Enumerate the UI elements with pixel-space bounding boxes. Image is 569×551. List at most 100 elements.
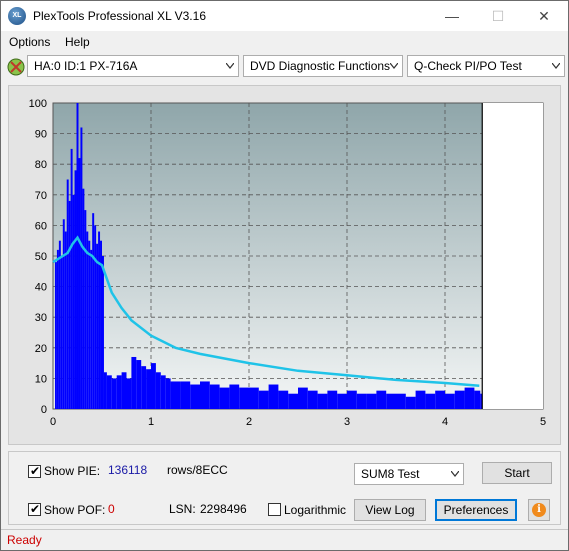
pie-bar <box>229 384 240 409</box>
pie-bar <box>90 249 93 409</box>
menu-options[interactable]: Options <box>9 35 50 49</box>
pie-value: 136118 <box>108 463 148 477</box>
show-pof-checkbox[interactable]: ✔ <box>28 502 41 516</box>
x-tick-label: 4 <box>442 416 448 428</box>
test-mode-value: SUM8 Test <box>361 467 420 481</box>
pie-bar <box>366 393 377 409</box>
pie-bar <box>454 390 465 409</box>
main-window: XL PlexTools Professional XL V3.16 — ☐ ✕… <box>0 0 569 551</box>
info-button[interactable]: i <box>528 499 550 521</box>
pie-bar <box>80 127 83 410</box>
pof-value: 0 <box>108 502 115 516</box>
pie-po-chart: 0 10 20 30 40 50 60 70 80 90 100 0 1 2 3 4 5 <box>29 98 546 428</box>
maximize-button[interactable]: ☐ <box>475 1 521 31</box>
logarithmic-checkbox[interactable] <box>268 503 281 516</box>
y-tick-label: 80 <box>35 159 47 171</box>
pie-bar <box>347 390 357 409</box>
menu-help[interactable]: Help <box>65 35 90 49</box>
pie-bar <box>288 393 298 409</box>
y-tick-label: 20 <box>35 343 47 355</box>
pie-bar <box>474 390 481 409</box>
pie-bar <box>58 240 61 409</box>
pie-bar <box>94 225 97 409</box>
drive-status-icon <box>7 58 25 76</box>
chevron-down-icon <box>552 63 560 69</box>
y-tick-label: 50 <box>35 251 47 263</box>
chevron-down-icon <box>226 63 234 69</box>
pie-bar <box>76 103 79 409</box>
pie-bar <box>70 148 73 409</box>
pie-bar <box>68 200 71 409</box>
menu-bar: Options Help <box>1 32 568 52</box>
lsn-value: 2298496 <box>200 502 247 516</box>
pie-bar <box>190 384 200 409</box>
pie-bar <box>141 366 147 409</box>
pie-bar <box>445 393 455 409</box>
pie-bar <box>239 387 249 409</box>
pie-bar <box>249 387 259 409</box>
pie-bar <box>66 179 69 409</box>
pie-bar <box>126 378 132 409</box>
y-tick-label: 30 <box>35 312 47 324</box>
pie-bar <box>278 390 289 409</box>
status-bar: Ready <box>1 529 568 550</box>
pie-bar <box>307 390 318 409</box>
pie-bar <box>396 393 406 409</box>
y-tick-label: 100 <box>29 98 47 110</box>
pie-bar <box>146 369 151 409</box>
pie-bar <box>84 210 87 409</box>
pie-bar <box>180 381 191 409</box>
pie-bar <box>219 387 230 409</box>
title-bar: XL PlexTools Professional XL V3.16 — ☐ ✕ <box>1 1 568 31</box>
app-logo-icon: XL <box>8 7 26 25</box>
x-tick-label: 5 <box>540 416 546 428</box>
x-tick-label: 0 <box>50 416 56 428</box>
chart-frame: 0 10 20 30 40 50 60 70 80 90 100 0 1 2 3 4 5 <box>8 85 561 445</box>
pie-bar <box>121 372 127 409</box>
pie-bar <box>376 390 387 409</box>
controls-panel: ✔ Show PIE: 136118 rows/8ECC SUM8 Test S… <box>8 451 561 525</box>
preferences-button[interactable]: Preferences <box>435 499 517 521</box>
drive-select[interactable]: HA:0 ID:1 PX-716A <box>27 55 239 77</box>
function-select-value: DVD Diagnostic Functions <box>250 59 391 73</box>
test-select[interactable]: Q-Check PI/PO Test <box>407 55 565 77</box>
pie-bar <box>356 393 367 409</box>
toolbar: HA:0 ID:1 PX-716A DVD Diagnostic Functio… <box>1 53 568 81</box>
pie-bar <box>54 262 57 409</box>
view-log-button[interactable]: View Log <box>354 499 426 521</box>
pie-bar <box>165 378 171 409</box>
minimize-button[interactable]: — <box>429 1 475 31</box>
test-mode-select[interactable]: SUM8 Test <box>354 463 464 485</box>
checkmark-icon: ✔ <box>30 502 41 516</box>
pie-bar <box>258 390 269 409</box>
pie-bar <box>209 384 220 409</box>
pie-bar <box>72 194 75 409</box>
info-icon: i <box>532 503 546 517</box>
unscanned-region <box>482 103 543 409</box>
pie-bar <box>103 372 107 409</box>
pie-bar <box>74 170 77 409</box>
lsn-label: LSN: <box>169 502 196 516</box>
pie-bar <box>131 356 137 409</box>
drive-select-value: HA:0 ID:1 PX-716A <box>34 59 138 73</box>
start-button[interactable]: Start <box>482 462 552 484</box>
pie-bar <box>298 387 308 409</box>
chevron-down-icon <box>451 471 459 477</box>
show-pie-label: Show PIE: <box>44 464 101 478</box>
checkmark-icon: ✔ <box>30 464 41 478</box>
close-button[interactable]: ✕ <box>521 1 567 31</box>
function-select[interactable]: DVD Diagnostic Functions <box>243 55 403 77</box>
show-pie-checkbox[interactable]: ✔ <box>28 464 41 478</box>
x-tick-label: 3 <box>344 416 350 428</box>
pie-bar <box>415 390 426 409</box>
pie-bar <box>155 372 161 409</box>
pie-bar <box>464 387 475 409</box>
pie-bar <box>268 384 279 409</box>
pie-bar <box>60 256 63 409</box>
pie-bar <box>327 390 338 409</box>
y-tick-label: 90 <box>35 129 47 141</box>
y-tick-label: 60 <box>35 220 47 232</box>
show-pof-label: Show POF: <box>44 503 106 517</box>
y-tick-label: 10 <box>35 373 47 385</box>
pie-bar <box>337 393 347 409</box>
